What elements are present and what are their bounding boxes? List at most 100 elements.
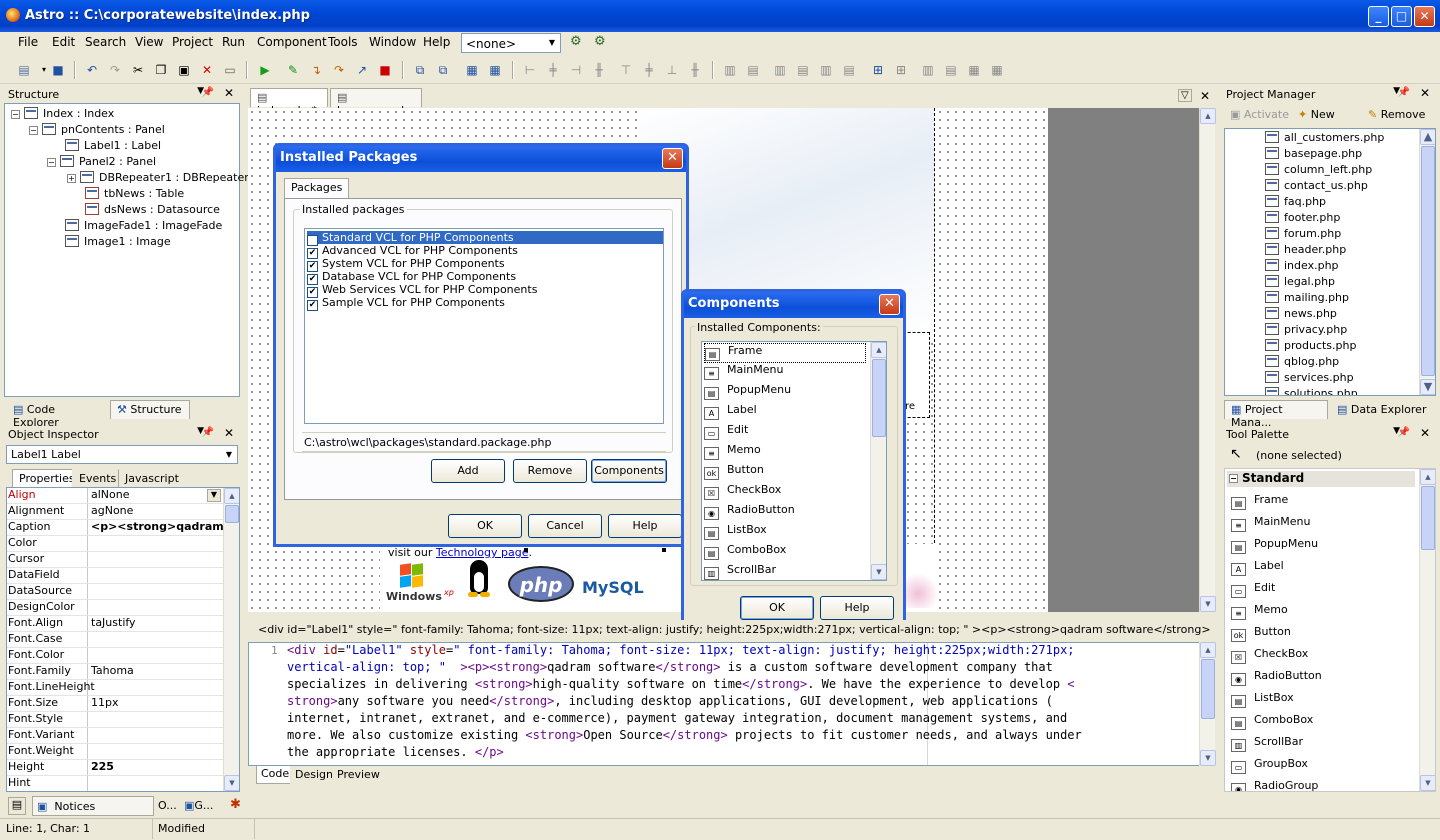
close-icon[interactable]: ✕ (662, 148, 683, 169)
palette-item[interactable]: ▥ ScrollBar (1231, 735, 1303, 752)
watch-icon[interactable]: ✱ (230, 797, 241, 812)
property-value[interactable]: 225 (91, 760, 239, 773)
tree-item-index[interactable]: − Index : Index (11, 107, 114, 120)
project-file[interactable]: contact_us.php (1265, 179, 1368, 192)
package-item[interactable]: ✔ System VCL for PHP Components (307, 257, 511, 272)
menu-run[interactable]: Run (222, 35, 245, 49)
menu-help[interactable]: Help (423, 35, 450, 49)
scroll-thumb[interactable] (1421, 486, 1435, 550)
help-button[interactable]: Help (820, 596, 894, 620)
package-item[interactable]: ✔ Database VCL for PHP Components (307, 270, 522, 285)
scroll-up-icon[interactable]: ▲ (1200, 642, 1216, 658)
property-row[interactable]: DesignColor (7, 600, 239, 616)
property-row[interactable]: Font.Size 11px (7, 696, 239, 712)
pin-icon[interactable]: 📌 (202, 87, 214, 98)
copy-icon[interactable]: ❐ (151, 60, 171, 80)
property-row[interactable]: Hint (7, 776, 239, 791)
save-icon[interactable]: ■ (48, 60, 68, 80)
center-v-icon[interactable]: ⊞ (891, 60, 911, 80)
selection-handle[interactable] (662, 548, 666, 552)
property-row[interactable]: Color (7, 536, 239, 552)
palette-item[interactable]: ≡ MainMenu (1231, 515, 1310, 532)
technology-link[interactable]: Technology page (436, 546, 529, 559)
tab-index-php[interactable]: ▤ index.php* (250, 88, 328, 117)
space-equal-v-icon[interactable]: ▤ (743, 60, 763, 80)
component-item[interactable]: ≡ Memo (704, 443, 761, 463)
property-row[interactable]: Font.LineHeight (7, 680, 239, 696)
property-row[interactable]: Font.Style (7, 712, 239, 728)
scroll-thumb[interactable] (1201, 659, 1215, 719)
tree-item-tbnews[interactable]: tbNews : Table (85, 187, 184, 200)
scroll-down-icon[interactable]: ▼ (1420, 379, 1435, 395)
chevron-down-icon[interactable]: ▼ (207, 489, 221, 502)
property-row[interactable]: Font.Variant (7, 728, 239, 744)
new-icon[interactable]: ▤ (14, 60, 34, 80)
project-file[interactable]: forum.php (1265, 227, 1341, 240)
scroll-up-icon[interactable]: ▲ (1420, 129, 1435, 145)
shrink-icon[interactable]: ▥ (816, 60, 836, 80)
collapse-icon[interactable]: − (29, 126, 38, 135)
align-top-icon[interactable]: ⊤ (616, 60, 636, 80)
property-row[interactable]: Alignment agNone (7, 504, 239, 520)
component-item[interactable]: A Label (704, 403, 757, 423)
step-over-icon[interactable]: ↷ (329, 60, 349, 80)
tree-item-panel2[interactable]: − Panel2 : Panel (47, 155, 156, 168)
component-item[interactable]: ▥ ScrollBar (704, 563, 776, 580)
palette-item[interactable]: ◉ RadioGroup (1231, 779, 1318, 791)
close-tab-icon[interactable]: ✕ (1200, 89, 1210, 103)
project-file[interactable]: index.php (1265, 259, 1339, 272)
property-row[interactable]: Caption <p><strong>qadram s (7, 520, 239, 536)
run-icon[interactable]: ▶ (255, 60, 275, 80)
order-icon[interactable]: ▥ (918, 60, 938, 80)
scroll-up-icon[interactable]: ▲ (871, 342, 886, 358)
run-config-icon[interactable]: ⚙ (594, 34, 606, 49)
palette-category[interactable]: − Standard (1227, 471, 1415, 487)
lock-controls-icon[interactable]: ▦ (987, 60, 1007, 80)
scroll-down-icon[interactable]: ▼ (1420, 775, 1435, 791)
close-button[interactable]: ✕ (1414, 6, 1435, 27)
close-icon[interactable]: ✕ (1420, 426, 1430, 440)
component-item[interactable]: ◉ RadioButton (704, 503, 795, 523)
property-row[interactable]: Font.Weight (7, 744, 239, 760)
tab-structure[interactable]: ⚒ Structure (110, 400, 190, 419)
tab-basepage-php[interactable]: ▤ basepage.php (330, 88, 422, 117)
project-file[interactable]: header.php (1265, 243, 1346, 256)
scroll-down-icon[interactable]: ▼ (1200, 596, 1216, 612)
collapse-icon[interactable]: − (1229, 474, 1238, 483)
palette-item[interactable]: ▤ PopupMenu (1231, 537, 1318, 554)
property-value[interactable]: 11px (91, 696, 239, 709)
project-file[interactable]: products.php (1265, 339, 1356, 352)
close-icon[interactable]: ✕ (224, 86, 234, 100)
tab-list-icon[interactable]: ▽ (1178, 89, 1192, 102)
selection-handle[interactable] (524, 548, 528, 552)
component-item[interactable]: ▤ ComboBox (704, 543, 786, 563)
scroll-down-icon[interactable]: ▼ (1200, 750, 1216, 766)
palette-item[interactable]: ▤ ComboBox (1231, 713, 1313, 730)
ok-button[interactable]: OK (740, 596, 814, 620)
pointer-icon[interactable]: ↖ (1230, 446, 1242, 462)
project-file[interactable]: privacy.php (1265, 323, 1347, 336)
designer-scrollbar[interactable]: ▲ ▼ (1199, 108, 1216, 612)
collapse-icon[interactable]: − (11, 110, 20, 119)
tab-design[interactable]: Design (290, 766, 338, 784)
inspector-object-combo[interactable]: Label1 Label ▼ (6, 445, 238, 464)
align-bottom-icon[interactable]: ⊥ (662, 60, 682, 80)
new-button[interactable]: ✦ New (1298, 108, 1335, 121)
cut-icon[interactable]: ✂ (128, 60, 148, 80)
project-file[interactable]: all_customers.php (1265, 131, 1384, 144)
property-row[interactable]: Font.Family Tahoma (7, 664, 239, 680)
menu-search[interactable]: Search (85, 35, 126, 49)
package-item[interactable]: ✔ Standard VCL for PHP Components (307, 231, 663, 246)
collapse-icon[interactable]: − (47, 158, 56, 167)
activate-button[interactable]: ▣ Activate (1230, 108, 1289, 121)
palette-item[interactable]: A Label (1231, 559, 1284, 576)
deploy-icon[interactable]: ⚙ (570, 34, 582, 49)
close-icon[interactable]: ✕ (879, 294, 900, 315)
tab-packages[interactable]: Packages (284, 178, 350, 198)
tree-item-label1[interactable]: Label1 : Label (65, 139, 161, 152)
property-row[interactable]: DataSource (7, 584, 239, 600)
paste-icon[interactable]: ▣ (174, 60, 194, 80)
menu-window[interactable]: Window (369, 35, 416, 49)
property-value[interactable]: agNone (91, 504, 239, 517)
project-file[interactable]: legal.php (1265, 275, 1335, 288)
